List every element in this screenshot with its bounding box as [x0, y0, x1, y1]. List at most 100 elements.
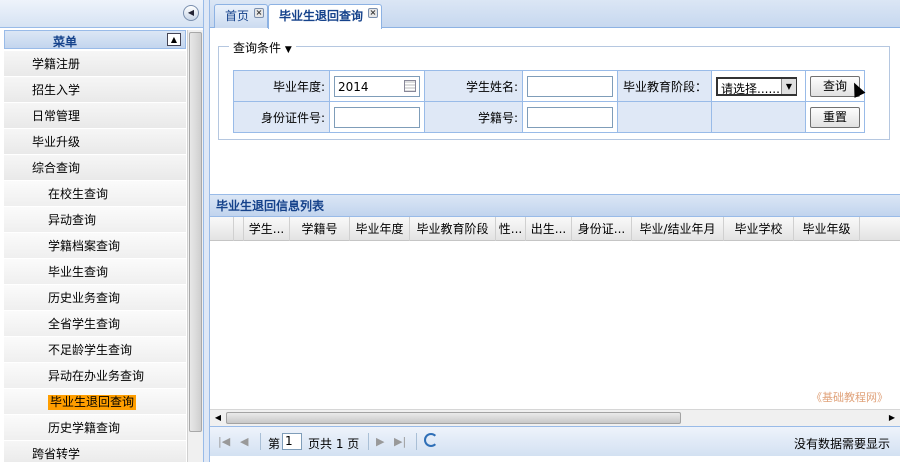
menu-item-label: 学籍档案查询	[48, 239, 121, 253]
menu-collapse-icon[interactable]: ▲	[167, 33, 181, 46]
prev-page-icon[interactable]: ◀	[240, 435, 248, 448]
menu-item-label: 毕业升级	[32, 135, 81, 149]
edu-stage-value: 请选择......	[721, 81, 780, 96]
menu-item-underage-students[interactable]: 不足龄学生查询	[4, 337, 186, 363]
search-button[interactable]: 查询	[810, 75, 866, 98]
empty-cell	[617, 101, 712, 133]
column-header[interactable]: 身份证...	[572, 217, 632, 241]
column-header[interactable]: 性...	[496, 217, 526, 241]
student-no-label: 学籍号:	[424, 101, 523, 133]
pager-separator	[416, 433, 417, 450]
reset-button-label: 重置	[822, 109, 847, 124]
page-prefix: 第	[268, 437, 281, 451]
id-card-input[interactable]	[334, 106, 420, 128]
search-button-label: 查询	[822, 78, 847, 93]
page-total: 页共 1 页	[308, 437, 360, 451]
student-name-input[interactable]	[527, 75, 613, 97]
last-page-icon[interactable]: ▶|	[394, 435, 406, 448]
query-panel: 查询条件 ▼ 毕业年度: 2014 学生姓名: 毕业教育阶段： 请选择.....…	[218, 39, 890, 140]
menu-item-admission[interactable]: 招生入学	[4, 77, 186, 103]
pager-separator	[368, 433, 369, 450]
menu-item-label: 全省学生查询	[48, 317, 121, 331]
refresh-icon[interactable]	[424, 433, 438, 447]
menu-item-enrollment[interactable]: 学籍注册	[4, 51, 186, 77]
column-header[interactable]: 毕业年度	[350, 217, 410, 241]
grid-scroll-thumb[interactable]	[226, 412, 681, 424]
sidebar: ◀ 菜单 ▲ 学籍注册 招生入学 日常管理 毕业升级 综合查询 在校生查询 异动…	[0, 0, 204, 462]
calendar-icon[interactable]	[404, 79, 416, 92]
menu-item-graduation[interactable]: 毕业升级	[4, 129, 186, 155]
grad-year-field[interactable]: 2014	[334, 75, 420, 97]
menu-item-pending-transfers[interactable]: 异动在办业务查询	[4, 363, 186, 389]
student-no-input[interactable]	[527, 106, 613, 128]
next-page-icon[interactable]: ▶	[376, 435, 384, 448]
menu-item-current-students[interactable]: 在校生查询	[4, 181, 186, 207]
menu-item-label-selected: 毕业生退回查询	[48, 395, 137, 410]
menu-item-label: 历史学籍查询	[48, 421, 121, 435]
id-card-label: 身份证件号:	[233, 101, 330, 133]
menu-item-archive-query[interactable]: 学籍档案查询	[4, 233, 186, 259]
checkbox-header[interactable]	[234, 217, 244, 241]
menu-item-history-business[interactable]: 历史业务查询	[4, 285, 186, 311]
menu-list: 学籍注册 招生入学 日常管理 毕业升级 综合查询 在校生查询 异动查询 学籍档案…	[4, 51, 186, 462]
menu-item-graduate-query[interactable]: 毕业生查询	[4, 259, 186, 285]
menu-item-transfer-query[interactable]: 异动查询	[4, 207, 186, 233]
chevron-down-icon[interactable]: ▼	[781, 78, 796, 94]
chevron-down-icon: ▼	[284, 45, 292, 55]
menu-item-history-records[interactable]: 历史学籍查询	[4, 415, 186, 441]
tab-home[interactable]: 首页 ×	[214, 4, 269, 28]
menu-item-label: 在校生查询	[48, 187, 109, 201]
menu-item-cross-province[interactable]: 跨省转学	[4, 441, 186, 462]
grad-year-value: 2014	[338, 79, 369, 94]
column-header[interactable]: 学籍号	[290, 217, 350, 241]
column-header[interactable]: 毕业学校	[724, 217, 794, 241]
query-legend-label: 查询条件	[233, 41, 282, 55]
column-header[interactable]: 毕业年级	[794, 217, 860, 241]
menu-item-label: 跨省转学	[32, 447, 81, 461]
column-header[interactable]: 学生...	[244, 217, 290, 241]
menu-item-graduate-returned[interactable]: 毕业生退回查询	[4, 389, 186, 415]
column-header[interactable]: 毕业/结业年月	[632, 217, 724, 241]
menu-item-label: 毕业生查询	[48, 265, 109, 279]
edu-stage-label: 毕业教育阶段：	[617, 70, 712, 102]
collapse-sidebar-icon[interactable]: ◀	[183, 5, 199, 21]
menu-item-label: 学籍注册	[32, 57, 81, 71]
edu-stage-select[interactable]: 请选择...... ▼	[716, 76, 797, 96]
column-header[interactable]: 毕业教育阶段	[410, 217, 496, 241]
student-name-label: 学生姓名:	[424, 70, 523, 102]
mouse-cursor-icon	[848, 79, 866, 98]
reset-button[interactable]: 重置	[810, 106, 860, 128]
row-number-header	[210, 217, 234, 241]
menu-item-label: 不足龄学生查询	[48, 343, 133, 357]
grid-header: 学生... 学籍号 毕业年度 毕业教育阶段 性... 出生... 身份证... …	[210, 217, 900, 241]
column-header[interactable]: 出生...	[526, 217, 572, 241]
sidebar-toolbar: ◀	[0, 0, 203, 28]
pager-separator	[260, 433, 261, 450]
menu-item-province-students[interactable]: 全省学生查询	[4, 311, 186, 337]
sidebar-scroll-thumb[interactable]	[189, 32, 202, 432]
close-icon[interactable]: ×	[368, 8, 379, 18]
first-page-icon[interactable]: |◀	[218, 435, 230, 448]
scroll-right-icon[interactable]: ▶	[886, 412, 898, 424]
menu-item-label: 日常管理	[32, 109, 81, 123]
grad-year-label: 毕业年度:	[233, 70, 330, 102]
menu-title: 菜单	[52, 35, 77, 49]
menu-header: 菜单 ▲	[4, 30, 186, 49]
menu-item-daily-management[interactable]: 日常管理	[4, 103, 186, 129]
close-icon[interactable]: ×	[254, 8, 265, 18]
query-legend[interactable]: 查询条件 ▼	[229, 39, 296, 56]
tab-label: 毕业生退回查询	[279, 9, 364, 23]
menu-item-label: 招生入学	[32, 83, 81, 97]
menu-item-label: 异动在办业务查询	[48, 369, 145, 383]
page-number-input[interactable]: 1	[282, 433, 302, 450]
grid-title: 毕业生退回信息列表	[210, 195, 900, 217]
menu-item-query[interactable]: 综合查询	[4, 155, 186, 181]
pager-status: 没有数据需要显示	[793, 437, 890, 451]
scroll-left-icon[interactable]: ◀	[212, 412, 224, 424]
empty-cell	[711, 101, 806, 133]
grid-body: 《基础教程网》	[210, 241, 900, 409]
grid-horizontal-scrollbar[interactable]: ◀ ▶	[210, 409, 900, 426]
main-panel: 首页 × 毕业生退回查询 × 查询条件 ▼ 毕业年度: 2014 学生姓名: 毕…	[209, 0, 900, 462]
tab-graduate-returned[interactable]: 毕业生退回查询 ×	[268, 4, 383, 29]
sidebar-scrollbar[interactable]	[187, 30, 203, 462]
